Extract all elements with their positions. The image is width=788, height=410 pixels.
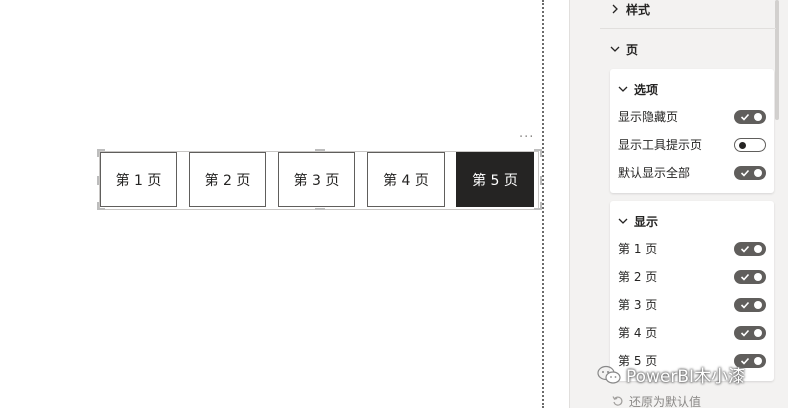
pane-gutter — [544, 0, 570, 408]
resize-handle-top[interactable] — [315, 149, 325, 151]
checkmark-icon — [740, 273, 750, 281]
section-style-label: 样式 — [626, 2, 651, 17]
wechat-icon — [597, 365, 621, 384]
page-button-5[interactable]: 第 5 页 — [456, 152, 534, 207]
page-button-label: 第 2 页 — [204, 172, 251, 189]
toggle-show-page-4[interactable] — [734, 326, 766, 340]
toggle-knob — [754, 357, 762, 365]
options-card: 选项 显示隐藏页 显示工具提示页 默认显示全部 — [610, 69, 774, 193]
toggle-show-hidden[interactable] — [734, 110, 766, 124]
toggle-knob — [739, 141, 746, 149]
pane-scrollbar[interactable] — [775, 0, 779, 120]
more-options-icon[interactable]: ··· — [519, 131, 534, 145]
show-card: 显示 第 1 页 第 2 页 第 3 页 第 4 页 第 5 页 — [610, 201, 774, 381]
toggle-knob — [754, 329, 762, 337]
report-canvas: ··· 第 1 页 第 2 页 第 3 页 第 4 页 第 5 页 — [0, 0, 542, 408]
watermark-text: PowerBI木小漆 — [626, 367, 746, 387]
toggle-show-page-1[interactable] — [734, 242, 766, 256]
page-navigator-visual[interactable]: 第 1 页 第 2 页 第 3 页 第 4 页 第 5 页 — [97, 149, 542, 210]
resize-handle-top-left-v[interactable] — [97, 149, 99, 157]
chevron-down-icon — [618, 216, 628, 226]
page-button-label: 第 4 页 — [383, 172, 429, 189]
show-card-header[interactable]: 显示 — [618, 213, 658, 229]
option-label-show-tooltip: 显示工具提示页 — [618, 138, 703, 152]
section-pages-label: 页 — [626, 42, 639, 57]
toggle-show-page-2[interactable] — [734, 270, 766, 284]
page-button-label: 第 3 页 — [293, 172, 340, 189]
toggle-show-all-default[interactable] — [734, 166, 766, 180]
resize-handle-bottom-left-v[interactable] — [97, 202, 99, 210]
checkmark-icon — [740, 245, 750, 253]
show-label-page-3: 第 3 页 — [618, 298, 658, 312]
option-label-show-hidden: 显示隐藏页 — [618, 110, 679, 124]
section-pages-header[interactable]: 页 — [610, 41, 638, 57]
section-style-header[interactable]: 样式 — [610, 1, 650, 17]
checkmark-icon — [740, 301, 750, 309]
toggle-knob — [754, 169, 762, 177]
show-label-page-2: 第 2 页 — [618, 270, 658, 284]
option-label-show-all-default: 默认显示全部 — [618, 166, 691, 180]
chevron-down-icon — [610, 44, 620, 54]
reset-to-default-button[interactable]: 还原为默认值 — [612, 393, 701, 409]
toggle-knob — [754, 113, 762, 121]
resize-handle-bottom[interactable] — [315, 208, 325, 210]
resize-handle-left[interactable] — [97, 176, 99, 185]
page-button-label: 第 5 页 — [472, 172, 518, 189]
toggle-knob — [754, 301, 762, 309]
checkmark-icon — [740, 113, 750, 121]
checkmark-icon — [740, 169, 750, 177]
show-card-title: 显示 — [634, 214, 659, 229]
page-button-label: 第 1 页 — [115, 172, 162, 189]
chevron-right-icon — [610, 4, 620, 14]
page-button-3[interactable]: 第 3 页 — [278, 152, 355, 207]
toggle-show-page-3[interactable] — [734, 298, 766, 312]
reset-icon — [612, 396, 623, 406]
page-button-2[interactable]: 第 2 页 — [189, 152, 266, 207]
section-divider — [600, 28, 776, 29]
reset-label: 还原为默认值 — [629, 394, 702, 409]
options-card-title: 选项 — [634, 82, 659, 97]
page-button-1[interactable]: 第 1 页 — [100, 152, 177, 207]
toggle-knob — [754, 245, 762, 253]
show-label-page-4: 第 4 页 — [618, 326, 658, 340]
watermark: PowerBI木小漆 — [596, 362, 745, 387]
page-button-4[interactable]: 第 4 页 — [367, 152, 445, 207]
toggle-knob — [754, 273, 762, 281]
chevron-down-icon — [618, 84, 628, 94]
show-label-page-1: 第 1 页 — [618, 242, 658, 256]
checkmark-icon — [740, 329, 750, 337]
options-card-header[interactable]: 选项 — [618, 81, 658, 97]
toggle-show-tooltip[interactable] — [734, 138, 766, 152]
